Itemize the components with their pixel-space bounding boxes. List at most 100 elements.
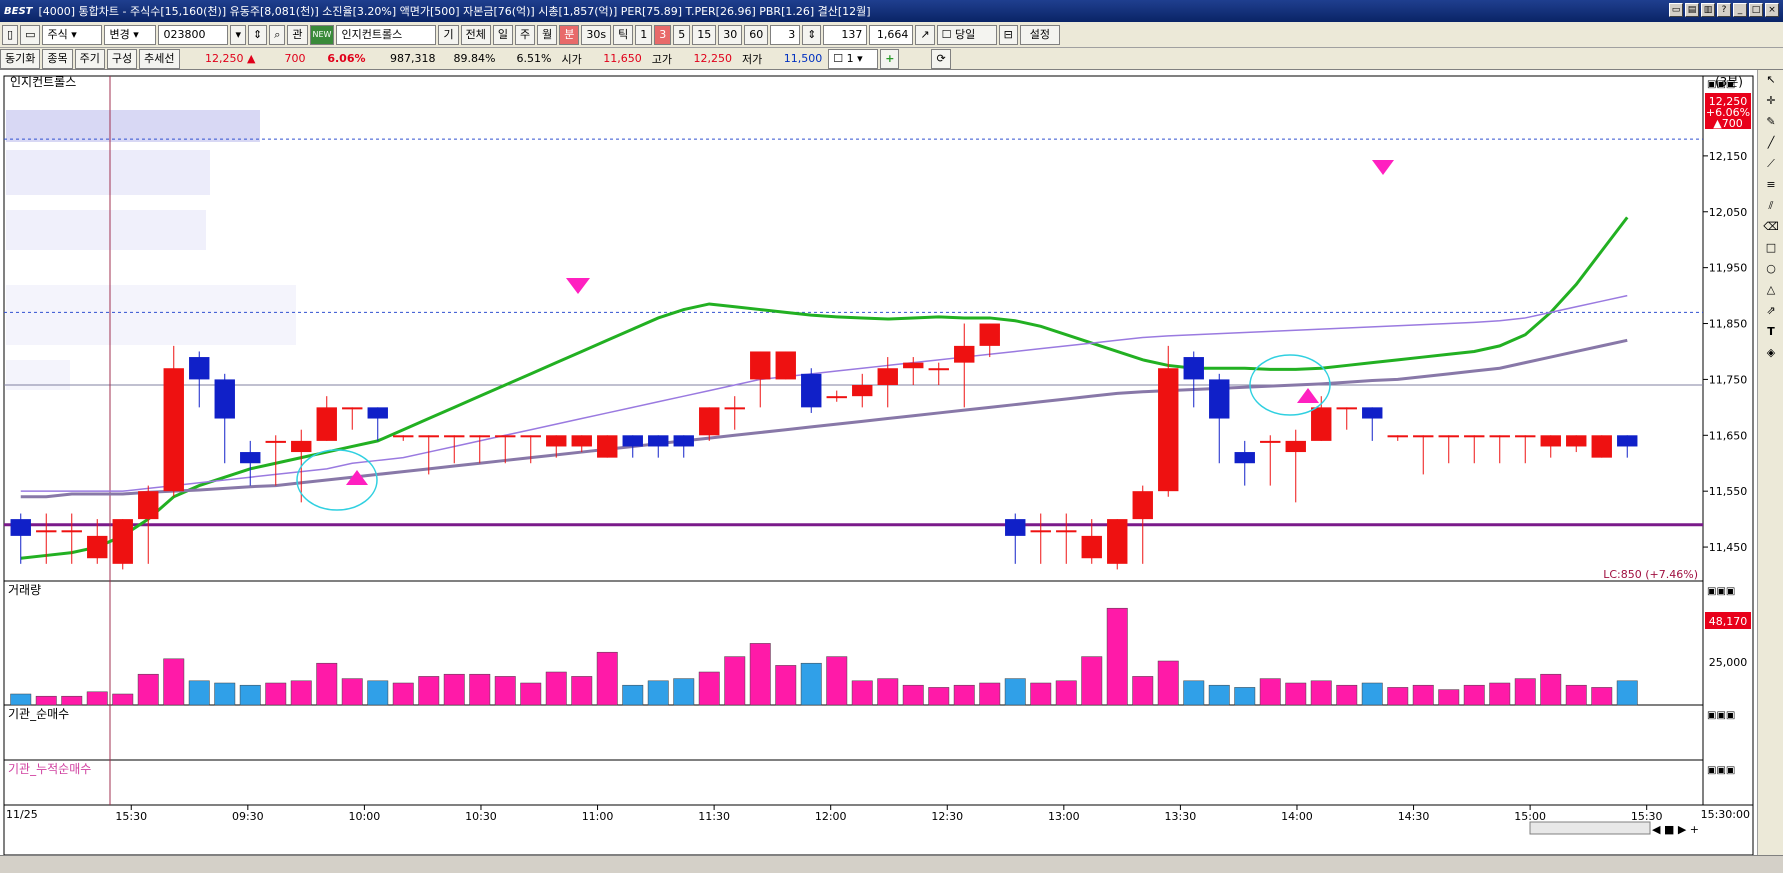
maximize-icon[interactable]: □ [1749, 3, 1763, 17]
shade-band-4 [6, 285, 296, 345]
all-button[interactable]: 전체 [460, 24, 491, 45]
change-select[interactable]: 변경 ▾ [104, 24, 157, 45]
trendline-button[interactable]: 추세선 [139, 48, 180, 69]
code-dropdown-icon[interactable]: ▾ [230, 24, 246, 45]
candle-body [775, 351, 796, 380]
period-stepper-icon[interactable]: ⇕ [802, 24, 822, 45]
candle-body [1056, 530, 1077, 533]
ellipse-icon[interactable]: ○ [1762, 262, 1780, 280]
tab-month[interactable]: 월 [537, 24, 558, 45]
tab-minute[interactable]: 분 [559, 24, 580, 45]
type-select[interactable]: 주식 ▾ [42, 24, 103, 45]
inst-panel-controls-icon[interactable]: ▣▣▣ [1707, 710, 1735, 721]
line-icon[interactable]: ╱ [1762, 136, 1780, 154]
minimize-icon[interactable]: _ [1733, 3, 1747, 17]
tab-week[interactable]: 주 [514, 24, 536, 45]
new-doc-icon[interactable]: ▯ [2, 24, 19, 45]
tab-tick[interactable]: 틱 [613, 24, 634, 45]
arrow-icon[interactable]: ⇗ [1762, 304, 1780, 322]
rectangle-icon[interactable]: □ [1762, 241, 1780, 259]
screen-icon[interactable]: ▭ [20, 24, 41, 45]
volume-tick-label: 25,000 [1709, 656, 1748, 669]
cursor-icon[interactable]: ↖ [1762, 73, 1780, 91]
related-button[interactable]: 관 [287, 24, 308, 45]
interval-5[interactable]: 5 [673, 24, 691, 45]
candle-body [10, 519, 31, 536]
chart-scrollbar[interactable] [1529, 821, 1651, 835]
stepper-icon[interactable]: ⇕ [248, 24, 268, 45]
inst-cum-panel-controls-icon[interactable]: ▣▣▣ [1707, 765, 1735, 776]
volume-bar [953, 684, 975, 706]
turnover-rate: 6.51% [516, 52, 552, 65]
refresh-icon[interactable]: ⟳ [931, 48, 951, 69]
crosshair-icon[interactable]: ✛ [1762, 94, 1780, 112]
search-icon[interactable]: ⌕ [269, 24, 286, 45]
tab-day[interactable]: 일 [492, 24, 513, 45]
help-icon[interactable]: ? [1717, 3, 1731, 17]
candle-body [1566, 435, 1587, 447]
candle-body [189, 357, 210, 380]
period-input[interactable]: 3 [770, 24, 801, 45]
trend-line-icon[interactable]: ⟋ [1762, 157, 1780, 175]
interval-15[interactable]: 15 [692, 24, 717, 45]
restore-icon[interactable]: ▭ [1669, 3, 1683, 17]
volume-bar [1081, 656, 1103, 706]
chart-area[interactable]: 12,150 12,050 11,950 11,850 11,750 11,650 11,5… [0, 70, 1783, 855]
scroll-controls-icon[interactable]: ◀ ■ ▶ + [1652, 823, 1699, 836]
high-label: 고가 [651, 52, 672, 66]
chart-svg[interactable]: 12,150 12,050 11,950 11,850 11,750 11,650 11,5… [0, 70, 1757, 855]
price-tick-label: 11,550 [1709, 485, 1748, 498]
cycle-button[interactable]: 주기 [74, 48, 105, 69]
triangle-icon[interactable]: △ [1762, 283, 1780, 301]
pencil-icon[interactable]: ✎ [1762, 115, 1780, 133]
code-input[interactable]: 023800 [158, 24, 229, 45]
volume-bar [1361, 682, 1383, 706]
add-indicator-icon[interactable]: + [880, 48, 900, 69]
candle-body [1413, 435, 1434, 438]
text-icon[interactable]: T [1762, 325, 1780, 343]
interval-30[interactable]: 30 [718, 24, 743, 45]
volume-bar [1616, 680, 1638, 706]
time-tick-label: 13:30 [1165, 810, 1197, 823]
layout-icon[interactable]: ▤ [1685, 3, 1699, 17]
volume-bar [647, 680, 669, 706]
gi-button[interactable]: 기 [438, 24, 459, 45]
tab-30s[interactable]: 30s [581, 24, 612, 45]
volume-bar [1438, 689, 1460, 706]
fibonacci-icon[interactable]: ≡ [1762, 178, 1780, 196]
candle-body [1362, 407, 1383, 419]
candle-body [1005, 519, 1026, 536]
volume-panel-controls-icon[interactable]: ▣▣▣ [1707, 586, 1735, 597]
grid-icon[interactable]: ⊟ [998, 24, 1018, 45]
zoom-fit-icon[interactable]: ↗ [915, 24, 935, 45]
volume-bar [1463, 684, 1485, 706]
candle-body [1540, 435, 1561, 447]
count-select[interactable]: ☐ 1 ▾ [828, 48, 879, 69]
fill-icon[interactable]: ◈ [1762, 346, 1780, 364]
interval-3[interactable]: 3 [654, 24, 672, 45]
volume-bar [545, 671, 567, 706]
title-bar: BEST [4000] 통합차트 - 주식수[15,160(천)] 유동주[8,… [0, 0, 1783, 22]
settings-button[interactable]: 설정 [1019, 24, 1060, 45]
change-rate: 6.06% [327, 52, 366, 65]
price-panel-controls-icon[interactable]: ▣▣▣ [1707, 79, 1735, 90]
split-icon[interactable]: ▥ [1701, 3, 1715, 17]
today-checkbox[interactable]: ☐ 당일 [936, 24, 997, 45]
candle-body [571, 435, 592, 447]
candle-body [495, 435, 516, 438]
stock-name-field[interactable]: 인지컨트롤스 [336, 24, 437, 45]
stock-button[interactable]: 종목 [42, 48, 73, 69]
sync-button[interactable]: 동기화 [0, 48, 41, 69]
interval-1[interactable]: 1 [635, 24, 653, 45]
close-icon[interactable]: × [1765, 3, 1779, 17]
eraser-icon[interactable]: ⌫ [1762, 220, 1780, 238]
time-tick-label: 12:30 [931, 810, 963, 823]
count-input[interactable]: 137 [823, 24, 868, 45]
compose-button[interactable]: 구성 [106, 48, 138, 69]
candle-body [1311, 407, 1332, 441]
interval-60[interactable]: 60 [744, 24, 769, 45]
channel-icon[interactable]: ⫽ [1762, 199, 1780, 217]
candle-body [1438, 435, 1459, 438]
volume-bar [1030, 682, 1052, 706]
time-tick-label: 12:00 [815, 810, 847, 823]
